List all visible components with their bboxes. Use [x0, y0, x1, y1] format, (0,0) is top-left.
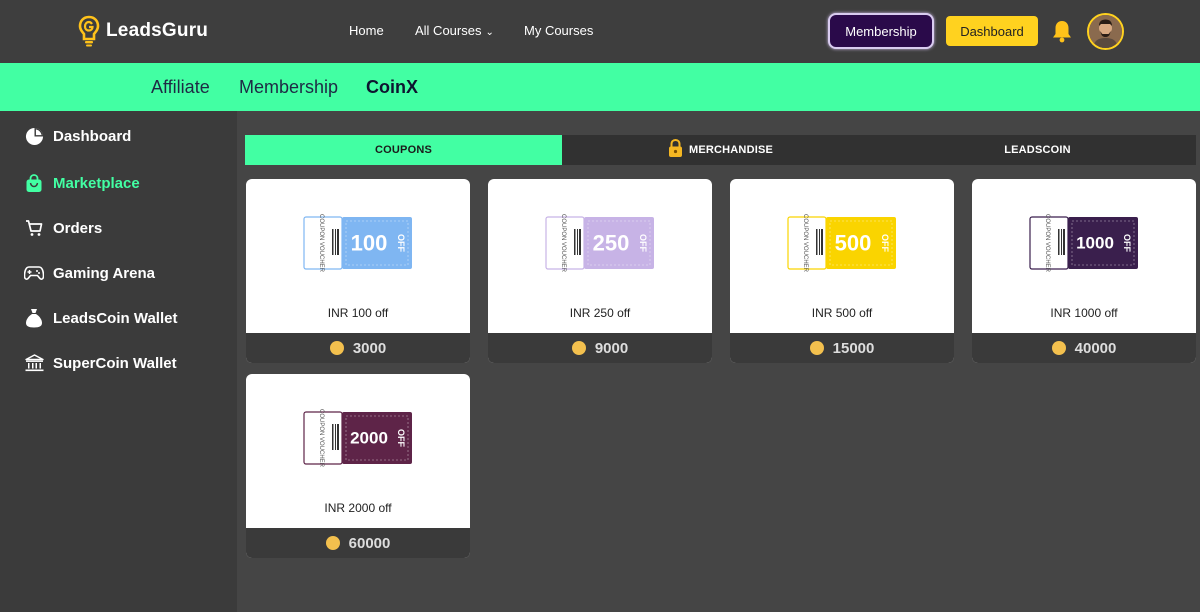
subnav-affiliate[interactable]: Affiliate	[151, 77, 210, 98]
sidebar-item-dashboard[interactable]: Dashboard	[24, 124, 131, 148]
coin-icon	[325, 536, 340, 550]
marketplace-tabs: COUPONS MERCHANDISE LEADSCOIN	[245, 135, 1196, 165]
sidebar-item-marketplace[interactable]: Marketplace	[24, 171, 140, 195]
tab-label: COUPONS	[374, 144, 433, 156]
coupon-card[interactable]: COUPON VOUCHER 2000 OFF INR 2000 off 60000	[246, 374, 470, 558]
coin-icon	[329, 341, 344, 355]
voucher-stub-text: COUPON VOUCHER	[318, 214, 324, 273]
coupon-card[interactable]: COUPON VOUCHER 1000 OFF INR 1000 off 40000	[972, 179, 1196, 363]
tab-coupons[interactable]: COUPONS	[245, 135, 562, 165]
shopping-bag-icon	[24, 173, 44, 193]
sidebar-item-supercoin-wallet[interactable]: SuperCoin Wallet	[24, 351, 177, 375]
coupon-card[interactable]: COUPON VOUCHER 500 OFF INR 500 off 15000	[730, 179, 954, 363]
coupon-price-value: 40000	[1074, 339, 1117, 357]
nav-home-link[interactable]: Home	[349, 23, 384, 38]
coupon-card[interactable]: COUPON VOUCHER 250 OFF INR 250 off 9000	[488, 179, 712, 363]
coin-icon	[571, 341, 586, 355]
cart-icon	[24, 218, 44, 238]
gamepad-icon	[24, 263, 44, 283]
coin-icon	[1051, 341, 1066, 355]
nav-my-courses-link[interactable]: My Courses	[524, 23, 593, 38]
top-navbar: LeadsGuru Home All Courses ⌄ My Courses M…	[0, 0, 1200, 63]
voucher-amount-text: 500	[835, 230, 872, 255]
coupon-name: INR 2000 off	[324, 501, 392, 515]
sub-navbar: Affiliate Membership CoinX	[0, 63, 1200, 111]
tab-label: LEADSCOIN	[1004, 144, 1071, 156]
coupon-name: INR 500 off	[811, 306, 873, 320]
sidebar-item-label: SuperCoin Wallet	[53, 354, 177, 372]
voucher-stub-text: COUPON VOUCHER	[560, 214, 566, 273]
sidebar-item-label: Marketplace	[53, 174, 140, 192]
coupon-price-value: 3000	[352, 339, 387, 357]
coupon-name: INR 100 off	[327, 306, 389, 320]
sidebar-item-label: Orders	[53, 219, 103, 237]
tab-leadscoin[interactable]: LEADSCOIN	[879, 135, 1196, 165]
sidebar-item-leadscoin-wallet[interactable]: LeadsCoin Wallet	[24, 306, 177, 330]
bulb-logo-icon	[78, 15, 100, 47]
coupon-price: 9000	[488, 333, 712, 363]
user-avatar[interactable]	[1087, 13, 1124, 50]
sidebar-item-orders[interactable]: Orders	[24, 216, 102, 240]
bank-icon	[24, 353, 44, 373]
coin-icon	[809, 341, 824, 355]
coupon-name: INR 1000 off	[1050, 306, 1118, 320]
dashboard-button[interactable]: Dashboard	[946, 16, 1038, 46]
sidebar-item-label: LeadsCoin Wallet	[53, 309, 178, 327]
voucher-off-text: OFF	[880, 234, 890, 252]
sidebar-item-gaming-arena[interactable]: Gaming Arena	[24, 261, 155, 285]
subnav-coinx[interactable]: CoinX	[366, 77, 418, 98]
brand-name: LeadsGuru	[106, 20, 209, 41]
nav-all-courses-label: All Courses	[415, 23, 482, 38]
voucher-off-text: OFF	[638, 234, 648, 252]
subnav-membership[interactable]: Membership	[239, 77, 338, 98]
voucher-amount-text: 250	[593, 230, 630, 255]
voucher-stub-text: COUPON VOUCHER	[802, 214, 808, 273]
voucher-off-text: OFF	[396, 234, 406, 252]
coupon-card[interactable]: COUPON VOUCHER 100 OFF INR 100 off 3000	[246, 179, 470, 363]
sidebar-item-label: Gaming Arena	[53, 264, 155, 282]
avatar-photo	[1089, 15, 1122, 48]
voucher-amount-text: 2000	[350, 429, 388, 448]
coupon-price-value: 15000	[832, 339, 875, 357]
coupon-name: INR 250 off	[569, 306, 631, 320]
money-bag-icon	[24, 308, 44, 328]
coupon-price: 15000	[730, 333, 954, 363]
bell-icon[interactable]	[1051, 19, 1073, 43]
coupon-price: 3000	[246, 333, 470, 363]
brand-logo[interactable]: LeadsGuru	[78, 14, 208, 48]
coupon-price: 60000	[246, 528, 470, 558]
voucher-amount-text: 100	[351, 230, 388, 255]
voucher-stub-text: COUPON VOUCHER	[1044, 214, 1050, 273]
lock-icon	[668, 138, 683, 161]
membership-button[interactable]: Membership	[828, 13, 934, 49]
pie-chart-icon	[24, 126, 44, 146]
voucher-off-text: OFF	[396, 429, 406, 447]
coupon-price-value: 9000	[594, 339, 629, 357]
tab-label: MERCHANDISE	[688, 144, 774, 156]
sidebar-item-label: Dashboard	[53, 127, 132, 145]
voucher-stub-text: COUPON VOUCHER	[318, 409, 324, 468]
sidebar: Dashboard Marketplace Orders Gaming Aren…	[0, 111, 237, 612]
coupon-price-value: 60000	[348, 534, 391, 552]
tab-merchandise[interactable]: MERCHANDISE	[562, 135, 879, 165]
voucher-amount-text: 1000	[1076, 234, 1114, 253]
coupon-price: 40000	[972, 333, 1196, 363]
voucher-off-text: OFF	[1122, 234, 1132, 252]
nav-all-courses-dropdown[interactable]: All Courses ⌄	[415, 23, 494, 38]
chevron-down-icon: ⌄	[485, 27, 494, 38]
